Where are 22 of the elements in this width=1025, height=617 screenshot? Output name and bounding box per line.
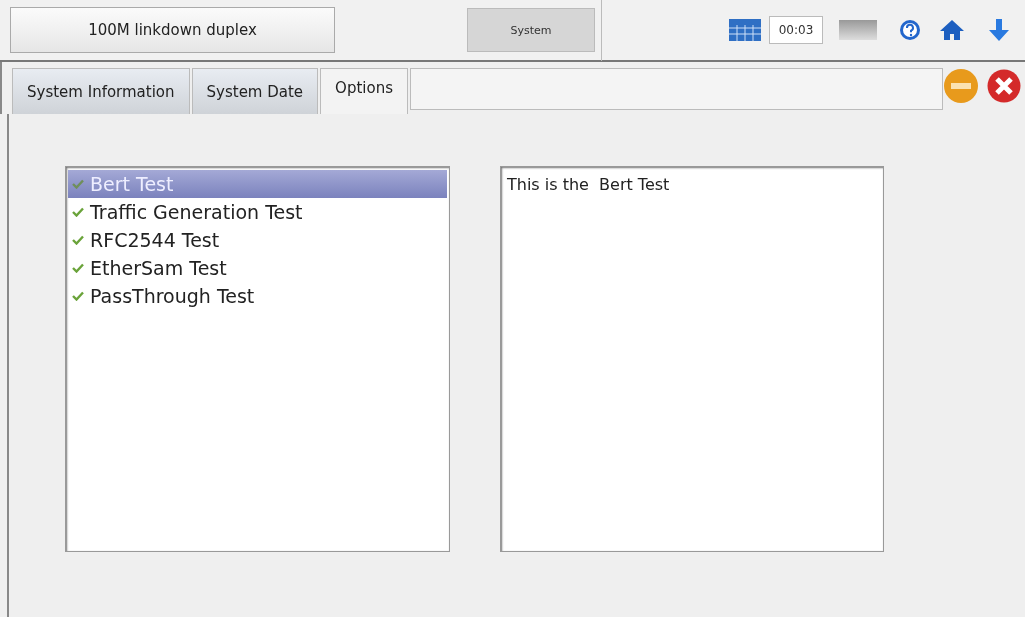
- list-item[interactable]: PassThrough Test: [68, 282, 447, 310]
- test-name: PassThrough Test: [90, 285, 255, 307]
- indicator-block: [839, 20, 877, 40]
- test-name: Bert Test: [90, 173, 174, 195]
- test-name: Traffic Generation Test: [90, 201, 303, 223]
- help-icon[interactable]: [899, 19, 921, 41]
- list-item[interactable]: RFC2544 Test: [68, 226, 447, 254]
- list-item[interactable]: Traffic Generation Test: [68, 198, 447, 226]
- test-name: RFC2544 Test: [90, 229, 220, 251]
- calendar-icon[interactable]: [729, 19, 761, 41]
- down-arrow-icon[interactable]: [987, 18, 1011, 42]
- description-text: This is the Bert Test: [500, 166, 884, 552]
- system-button[interactable]: System: [467, 8, 595, 52]
- test-name: EtherSam Test: [90, 257, 227, 279]
- list-item[interactable]: EtherSam Test: [68, 254, 447, 282]
- tab[interactable]: System Date: [191, 68, 319, 114]
- status-display: 100M linkdown duplex: [10, 7, 335, 53]
- tab[interactable]: Options: [320, 68, 408, 114]
- close-icon[interactable]: [987, 68, 1021, 104]
- home-icon[interactable]: [939, 19, 965, 41]
- timer-display: 00:03: [769, 16, 823, 44]
- tab[interactable]: System Information: [12, 68, 190, 114]
